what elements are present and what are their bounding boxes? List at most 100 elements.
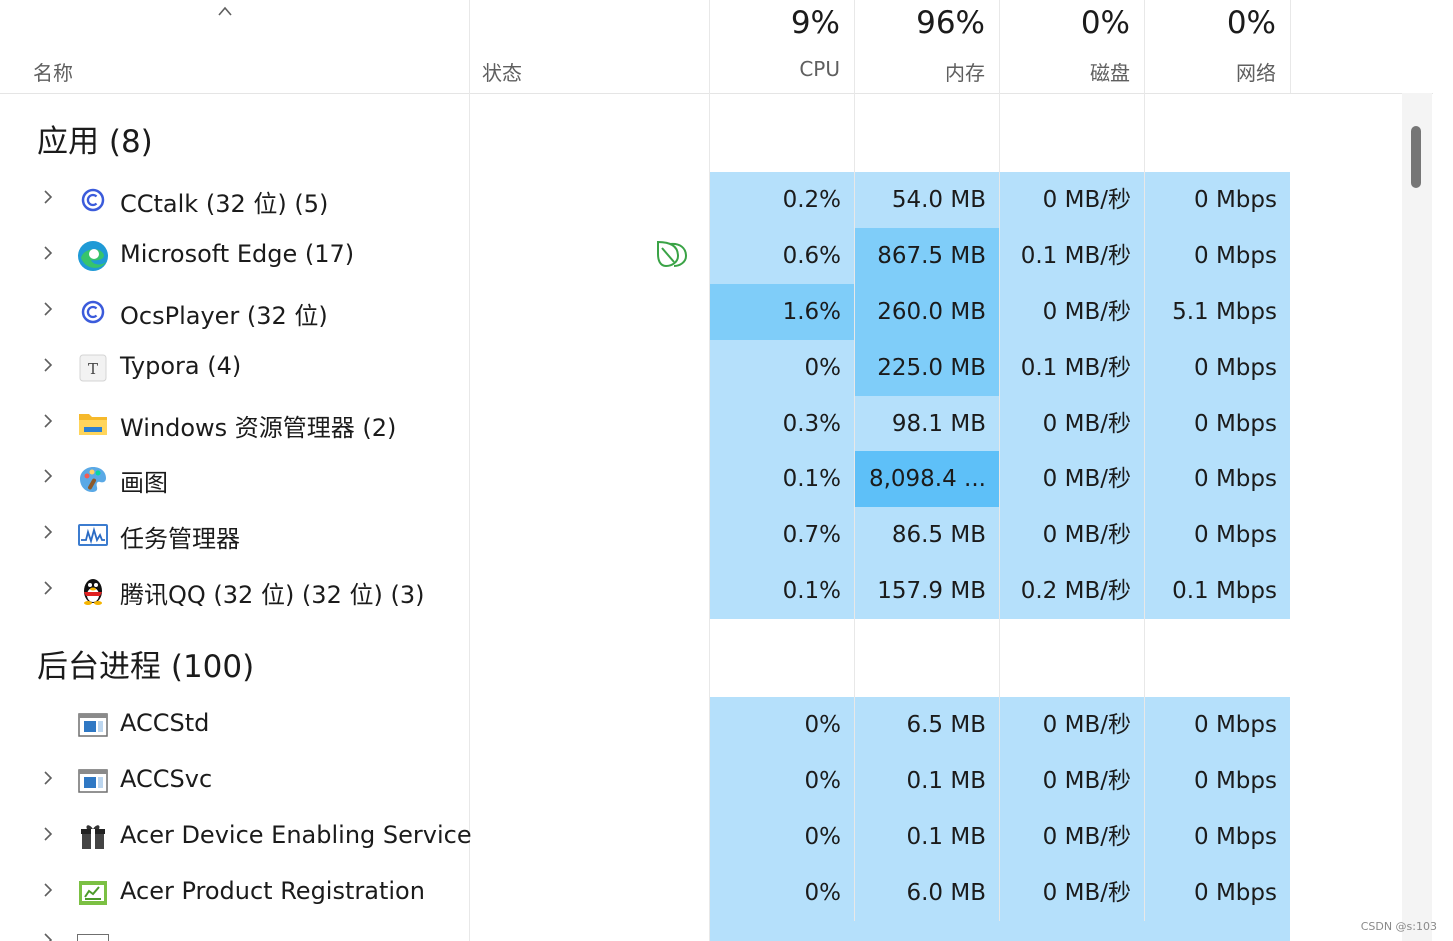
network-total: 0% xyxy=(1226,5,1276,41)
column-cpu[interactable]: 9% CPU xyxy=(710,0,854,93)
process-row[interactable]: 画图 0.1% 8,098.4 ... 0 MB/秒 0 Mbps xyxy=(0,451,1300,507)
process-name: 画图 xyxy=(120,469,168,497)
network-value: 0 Mbps xyxy=(1145,809,1290,865)
process-row[interactable]: Windows 资源管理器 (2) 0.3% 98.1 MB 0 MB/秒 0 … xyxy=(0,396,1300,452)
column-memory[interactable]: 96% 内存 xyxy=(855,0,999,93)
chevron-right-icon[interactable] xyxy=(42,356,54,374)
scrollbar-thumb[interactable] xyxy=(1411,126,1421,188)
network-value: 0 Mbps xyxy=(1145,451,1290,507)
process-name: Windows 资源管理器 (2) xyxy=(120,414,397,442)
process-row[interactable]: CCtalk (32 位) (5) 0.2% 54.0 MB 0 MB/秒 0 … xyxy=(0,172,1300,228)
memory-label: 内存 xyxy=(945,61,985,85)
memory-value: 8,098.4 ... xyxy=(855,451,999,507)
partial-row-fill xyxy=(710,921,1290,941)
cpu-value: 1.6% xyxy=(710,284,854,340)
column-name[interactable]: 名称 xyxy=(33,57,73,86)
service-window-icon xyxy=(78,713,108,737)
process-name: Typora (4) xyxy=(120,352,242,380)
process-row[interactable]: OcsPlayer (32 位) 1.6% 260.0 MB 0 MB/秒 5.… xyxy=(0,284,1300,340)
process-row[interactable]: ACCStd 0% 6.5 MB 0 MB/秒 0 Mbps xyxy=(0,697,1300,753)
group-header-apps[interactable]: 应用 (8) xyxy=(37,116,153,161)
chevron-right-icon[interactable] xyxy=(42,523,54,541)
cpu-value: 0.6% xyxy=(710,228,854,284)
process-name: 腾讯QQ (32 位) (32 位) (3) xyxy=(120,581,425,609)
vertical-scrollbar[interactable] xyxy=(1402,93,1432,941)
chevron-right-icon[interactable] xyxy=(42,579,54,597)
disk-value: 0 MB/秒 xyxy=(1000,809,1144,865)
memory-value: 0.1 MB xyxy=(855,809,999,865)
process-row[interactable]: 腾讯QQ (32 位) (32 位) (3) 0.1% 157.9 MB 0.2… xyxy=(0,563,1300,619)
disk-total: 0% xyxy=(1080,5,1130,41)
network-value: 0 Mbps xyxy=(1145,753,1290,809)
cpu-value: 0.3% xyxy=(710,396,854,452)
network-value: 0 Mbps xyxy=(1145,172,1290,228)
memory-value: 54.0 MB xyxy=(855,172,999,228)
paint-icon xyxy=(80,467,106,492)
chevron-right-icon[interactable] xyxy=(42,188,54,206)
process-name: ACCStd xyxy=(120,709,210,737)
disk-value: 0 MB/秒 xyxy=(1000,753,1144,809)
chevron-right-icon[interactable] xyxy=(42,244,54,262)
chevron-right-icon[interactable] xyxy=(42,467,54,485)
column-network[interactable]: 0% 网络 xyxy=(1145,0,1290,93)
network-value: 0 Mbps xyxy=(1145,865,1290,921)
typora-icon: T xyxy=(79,354,107,382)
cpu-value: 0.2% xyxy=(710,172,854,228)
folder-icon xyxy=(79,414,107,435)
memory-value: 260.0 MB xyxy=(855,284,999,340)
process-row[interactable]: ACCSvc 0% 0.1 MB 0 MB/秒 0 Mbps xyxy=(0,753,1300,809)
disk-value: 0 MB/秒 xyxy=(1000,396,1144,452)
process-row[interactable]: 任务管理器 0.7% 86.5 MB 0 MB/秒 0 Mbps xyxy=(0,507,1300,563)
process-row[interactable]: Microsoft Edge (17) 0.6% 867.5 MB 0.1 MB… xyxy=(0,228,1300,284)
cpu-label: CPU xyxy=(799,57,840,81)
process-name: ACCSvc xyxy=(120,765,213,793)
chevron-up-icon[interactable] xyxy=(218,6,232,16)
network-value: 0 Mbps xyxy=(1145,507,1290,563)
process-row[interactable]: Acer Device Enabling Service 0% 0.1 MB 0… xyxy=(0,809,1300,865)
chevron-right-icon[interactable] xyxy=(42,931,54,941)
chevron-right-icon[interactable] xyxy=(42,300,54,318)
process-name: Acer Product Registration xyxy=(120,877,425,905)
process-name: CCtalk (32 位) (5) xyxy=(120,190,329,218)
ocsplayer-icon xyxy=(81,300,105,324)
network-value: 0 Mbps xyxy=(1145,228,1290,284)
memory-value: 157.9 MB xyxy=(855,563,999,619)
disk-value: 0 MB/秒 xyxy=(1000,865,1144,921)
memory-value: 867.5 MB xyxy=(855,228,999,284)
cpu-value: 0% xyxy=(710,340,854,396)
disk-value: 0.1 MB/秒 xyxy=(1000,228,1144,284)
cpu-value: 0% xyxy=(710,753,854,809)
network-value: 0 Mbps xyxy=(1145,396,1290,452)
watermark: CSDN @s:103 xyxy=(1360,920,1437,933)
column-status[interactable]: 状态 xyxy=(482,57,522,86)
process-row-partial[interactable] xyxy=(0,921,1300,941)
task-manager-icon xyxy=(78,524,108,546)
memory-value: 0.1 MB xyxy=(855,753,999,809)
chevron-right-icon[interactable] xyxy=(42,825,54,843)
network-value: 0.1 Mbps xyxy=(1145,563,1290,619)
process-row[interactable]: Acer Product Registration 0% 6.0 MB 0 MB… xyxy=(0,865,1300,921)
memory-total: 96% xyxy=(916,5,985,41)
memory-value: 86.5 MB xyxy=(855,507,999,563)
disk-value: 0 MB/秒 xyxy=(1000,507,1144,563)
cpu-value: 0% xyxy=(710,697,854,753)
cpu-value: 0.7% xyxy=(710,507,854,563)
cpu-value: 0% xyxy=(710,809,854,865)
disk-value: 0 MB/秒 xyxy=(1000,284,1144,340)
network-value: 0 Mbps xyxy=(1145,697,1290,753)
service-window-icon xyxy=(78,769,108,793)
process-name: Microsoft Edge (17) xyxy=(120,240,355,268)
group-header-background[interactable]: 后台进程 (100) xyxy=(37,641,254,686)
process-name: OcsPlayer (32 位) xyxy=(120,302,328,330)
chevron-right-icon[interactable] xyxy=(42,412,54,430)
chevron-right-icon[interactable] xyxy=(42,881,54,899)
chevron-right-icon[interactable] xyxy=(42,769,54,787)
process-row[interactable]: T Typora (4) 0% 225.0 MB 0.1 MB/秒 0 Mbps xyxy=(0,340,1300,396)
gift-icon xyxy=(81,825,105,849)
disk-value: 0 MB/秒 xyxy=(1000,697,1144,753)
memory-value: 225.0 MB xyxy=(855,340,999,396)
memory-value: 6.5 MB xyxy=(855,697,999,753)
column-disk[interactable]: 0% 磁盘 xyxy=(1000,0,1144,93)
service-window-icon xyxy=(77,934,109,941)
disk-value: 0.1 MB/秒 xyxy=(1000,340,1144,396)
